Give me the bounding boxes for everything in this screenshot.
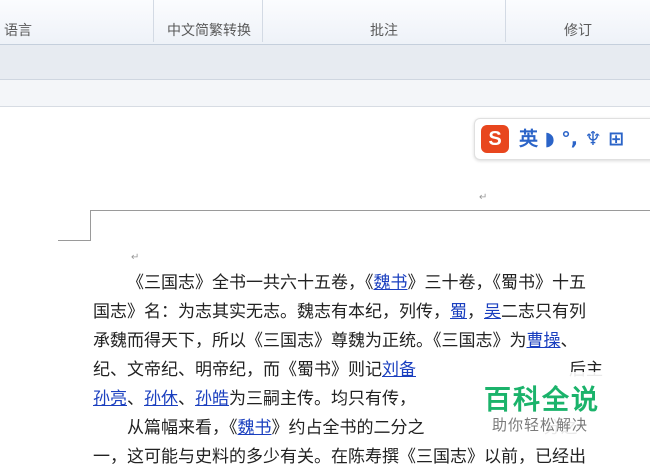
ribbon-group-comments[interactable]: 批注 — [263, 20, 505, 42]
document-line: 《三国志》全书一共六十五卷，《魏书》三十卷，《蜀书》十五 — [93, 270, 586, 296]
watermark-title: 百科全说 — [484, 385, 600, 416]
ime-toolbar[interactable]: S 英 ◗ °, ♆ ⊞ — [474, 118, 650, 160]
document-line: 国志》名：为志其实无志。魏志有本纪，列传，蜀，吴二志只有列 — [93, 299, 586, 325]
hyperlink[interactable]: 曹操 — [527, 331, 561, 351]
margin-corner-mark — [90, 210, 91, 240]
hyperlink[interactable]: 蜀 — [450, 302, 467, 322]
text-run: 、 — [178, 389, 195, 409]
ribbon-separator — [153, 0, 154, 42]
document-line: 承魏而得天下，所以《三国志》尊魏为正统。《三国志》为曹操、 — [93, 328, 578, 354]
text-run: 纪、文帝纪、明帝纪，而《蜀书》则记 — [93, 360, 382, 380]
ribbon-group-tracking[interactable]: 修订 — [506, 20, 650, 42]
ruler-bar — [0, 45, 650, 80]
page-gap — [0, 80, 650, 107]
paragraph-mark-icon: ↵ — [131, 252, 140, 263]
ime-status[interactable]: 英 ◗ °, ♆ ⊞ — [519, 126, 624, 152]
hyperlink[interactable]: 魏书 — [374, 273, 408, 293]
watermark-subtitle: 助你轻松解决 — [492, 416, 589, 434]
margin-corner-mark — [58, 240, 91, 241]
sogou-logo-icon[interactable]: S — [481, 125, 509, 153]
hyperlink[interactable]: 魏书 — [238, 418, 272, 438]
text-run: 、 — [560, 331, 578, 351]
text-run: 为三嗣主传。均只有传， — [229, 389, 416, 409]
document-line: 一，这可能与史料的多少有关。在陈寿撰《三国志》以前，已经出 — [93, 444, 586, 470]
hyperlink[interactable]: 吴 — [484, 302, 501, 322]
hyperlink[interactable]: 孙皓 — [195, 389, 229, 409]
text-run: 从篇幅来看，《 — [93, 418, 238, 438]
text-run: 《三国志》全书一共六十五卷，《 — [127, 273, 374, 293]
hyperlink[interactable]: 孙亮 — [93, 389, 127, 409]
text-run: 二志只有列 — [501, 302, 586, 322]
text-run: 一，这可能与史料的多少有关。在陈寿撰《三国志》以前，已经出 — [93, 447, 586, 467]
paragraph-mark-icon: ↵ — [479, 192, 488, 203]
text-run: 、 — [127, 389, 144, 409]
header-divider — [91, 210, 650, 211]
text-run: 》三十卷，《蜀书》十五 — [407, 273, 587, 293]
watermark: 百科全说 助你轻松解决 — [466, 372, 626, 442]
ribbon: 语言 中文简繁转换 批注 修订 — [0, 0, 650, 45]
hyperlink[interactable]: 刘备 — [382, 360, 416, 380]
ribbon-group-language[interactable]: 语言 — [4, 20, 44, 42]
ribbon-group-chinese-conversion[interactable]: 中文简繁转换 — [156, 20, 262, 42]
hyperlink[interactable]: 孙休 — [144, 389, 178, 409]
text-run: 承魏而得天下，所以《三国志》尊魏为正统。《三国志》为 — [93, 331, 527, 351]
document-line: 孙亮、孙休、孙皓为三嗣主传。均只有传， — [93, 386, 416, 412]
text-run: 国志》名：为志其实无志。魏志有本纪，列传， — [93, 302, 450, 322]
text-run: ， — [467, 302, 484, 322]
